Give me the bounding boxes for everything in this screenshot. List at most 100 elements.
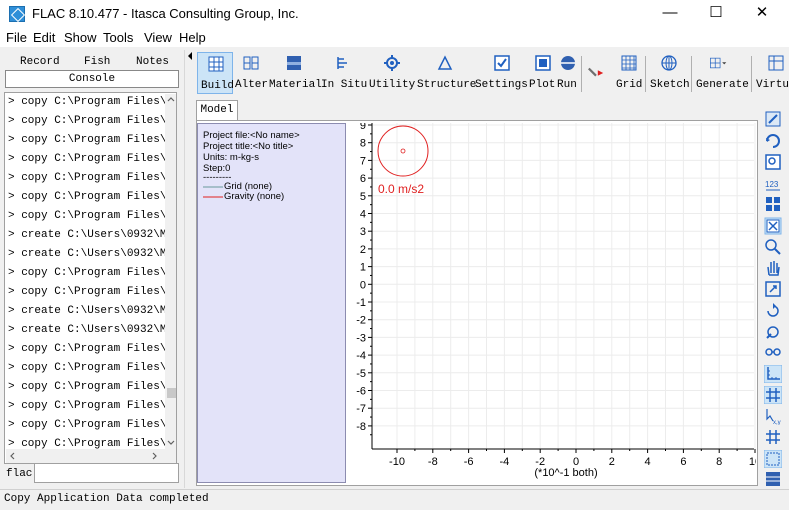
panel-icon[interactable]	[764, 470, 782, 488]
toolbar-tools-button[interactable]	[585, 52, 609, 94]
view-tools-toolbar: 123 x,y	[759, 100, 789, 488]
y-tick-label: -4	[356, 350, 366, 362]
zoom-extents-icon[interactable]	[764, 450, 782, 468]
toolbar-separator	[645, 56, 646, 92]
command-input[interactable]	[34, 463, 179, 483]
hash-icon[interactable]	[764, 428, 782, 446]
tab-notes[interactable]: Notes	[136, 56, 169, 70]
x-tick-label: -8	[428, 456, 438, 468]
y-tick-label: 9	[360, 123, 366, 132]
console-line: > copy C:\Program Files\It	[8, 134, 177, 146]
refresh-icon[interactable]	[764, 132, 782, 150]
rotate-icon[interactable]	[764, 302, 782, 320]
menu-edit[interactable]: Edit	[33, 30, 55, 45]
close-view-icon[interactable]	[764, 217, 782, 235]
x-tick-label: -4	[500, 456, 510, 468]
tab-record[interactable]: Record	[20, 56, 60, 70]
y-axis-ticks: 9 8 7 6 5 4 3 2 1 0 -1 -2 -3 -4 -5 -6 -7 -8	[356, 123, 372, 436]
toolbar-alter-button[interactable]: Alter	[235, 52, 268, 94]
tools-icon	[588, 67, 604, 77]
svg-text:x,y: x,y	[773, 420, 781, 425]
toolbar-utility-button[interactable]: Utility	[369, 52, 415, 94]
plot-gridlines	[372, 123, 756, 449]
number-labels-icon[interactable]: 123	[764, 175, 782, 193]
console-line: > create C:\Users\0932\My	[8, 324, 174, 336]
console-line: > copy C:\Program Files\It	[8, 362, 177, 374]
y-tick-label: -1	[356, 297, 366, 309]
console-line: > copy C:\Program Files\It	[8, 191, 177, 203]
toolbar-generate-button[interactable]: Generate	[695, 52, 749, 94]
run-icon	[561, 56, 575, 70]
panel-splitter[interactable]	[184, 50, 194, 488]
pan-hand-icon[interactable]	[764, 259, 782, 277]
toolbar-separator	[691, 56, 692, 92]
menu-file[interactable]: File	[6, 30, 27, 45]
y-tick-label: -8	[356, 421, 366, 433]
rotate-zoom-icon[interactable]	[764, 323, 782, 341]
toolbar-insitu-button[interactable]: In Situ	[321, 52, 367, 94]
y-tick-label: 4	[360, 209, 366, 221]
close-button[interactable]: ✕	[739, 0, 785, 27]
toolbar-material-button[interactable]: Material	[269, 52, 322, 94]
console-line: > copy C:\Program Files\It	[8, 343, 177, 355]
menu-tools[interactable]: Tools	[103, 30, 133, 45]
console-horizontal-scrollbar[interactable]	[6, 449, 176, 463]
link-icon[interactable]	[764, 343, 782, 361]
maximize-button[interactable]: ☐	[693, 0, 739, 27]
zoom-box-icon[interactable]	[764, 280, 782, 298]
tab-model[interactable]: Model	[196, 100, 238, 120]
toolbar-run-button[interactable]: Run	[557, 52, 579, 94]
y-tick-label: -2	[356, 315, 366, 327]
toolbar-build-button[interactable]: Build	[197, 52, 234, 94]
toolbar-sketch-button[interactable]: Sketch	[649, 52, 690, 94]
menu-view[interactable]: View	[144, 30, 172, 45]
layout-grid-icon[interactable]	[764, 195, 782, 213]
console-line: > copy C:\Program Files\It	[8, 96, 177, 108]
plot-axes	[371, 123, 754, 450]
y-tick-label: 2	[360, 244, 366, 256]
minimize-button[interactable]: —	[647, 0, 693, 27]
status-bar: Copy Application Data completed	[0, 489, 789, 510]
y-tick-label: -5	[356, 368, 366, 380]
project-title-text: Project title:<No title>	[203, 141, 294, 152]
menu-show[interactable]: Show	[64, 30, 97, 45]
globe-icon	[661, 55, 677, 71]
x-tick-label: 10	[749, 456, 756, 468]
legend-gravity-text: Gravity (none)	[224, 191, 285, 202]
toolbar-settings-button[interactable]: Settings	[475, 52, 529, 94]
grid-icon	[208, 56, 224, 72]
toolbar-virtual-button[interactable]: Virtu	[755, 52, 789, 94]
console-line: > copy C:\Program Files\It	[8, 210, 177, 222]
console-log[interactable]: > copy C:\Program Files\It > copy C:\Prog…	[4, 92, 177, 464]
axes-icon[interactable]	[764, 365, 782, 383]
gear-icon	[384, 55, 400, 71]
status-text: Copy Application Data completed	[4, 493, 209, 505]
cursor-xy-icon[interactable]: x,y	[764, 407, 782, 425]
grid-hash-icon[interactable]	[764, 386, 782, 404]
console-line: > create C:\Users\0932\My	[8, 248, 174, 260]
toolbar-plot-button[interactable]: Plot	[529, 52, 557, 94]
menu-help[interactable]: Help	[179, 30, 206, 45]
edit-view-icon[interactable]	[764, 110, 782, 128]
toolbar-separator	[581, 56, 582, 92]
scrollbar-arrows-icon	[10, 452, 157, 460]
tab-console[interactable]: Console	[5, 70, 179, 88]
zoom-window-icon[interactable]	[764, 153, 782, 171]
zoom-icon[interactable]	[764, 238, 782, 256]
title-bar: FLAC 8.10.477 - Itasca Consulting Group,…	[0, 0, 789, 27]
x-tick-label: 8	[716, 456, 722, 468]
toolbar-grid-button[interactable]: Grid	[613, 52, 643, 94]
plot-icon	[535, 55, 551, 71]
menu-bar: File Edit Show Tools View Help	[0, 27, 789, 47]
units-text: Units: m-kg-s	[203, 152, 259, 163]
tab-fish[interactable]: Fish	[84, 56, 110, 70]
gravity-center-marker	[400, 148, 406, 154]
console-scroll-thumb[interactable]	[167, 388, 176, 398]
console-line: > copy C:\Program Files\It	[8, 400, 177, 412]
toolbar-structure-button[interactable]: Structure	[417, 52, 476, 94]
model-plot[interactable]: 9 8 7 6 5 4 3 2 1 0 -1 -2 -3 -4 -5 -6 -7 -8 -10 -8 -6 -4 -2 0 2…	[350, 123, 756, 483]
console-vertical-scrollbar[interactable]	[165, 94, 176, 449]
x-axis-ticks: -10-8-6-4-20246810	[389, 449, 756, 468]
console-line: > copy C:\Program Files\It	[8, 381, 177, 393]
gravity-circle	[377, 125, 429, 177]
